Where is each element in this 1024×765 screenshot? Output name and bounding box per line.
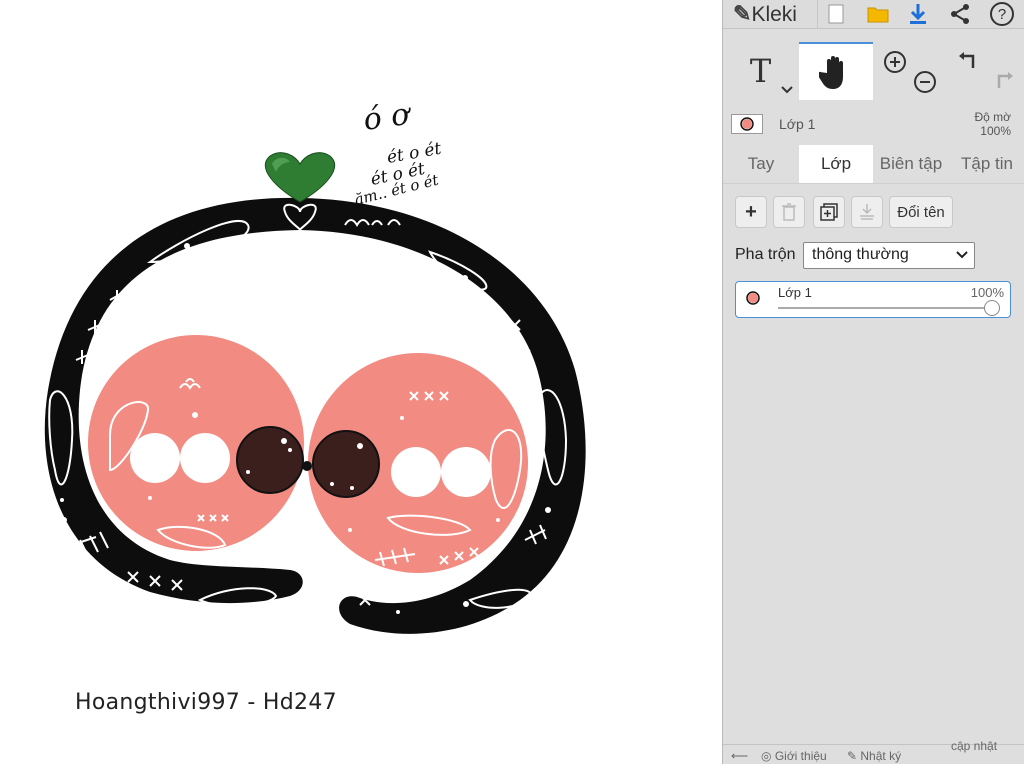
undo-redo-tool <box>949 42 1024 100</box>
merge-down-button[interactable] <box>851 196 883 228</box>
top-toolbar: ✎Kleki ? <box>723 0 1024 29</box>
layer-item-name: Lớp 1 <box>778 285 812 300</box>
open-folder-icon[interactable] <box>863 0 893 28</box>
add-layer-button[interactable]: + <box>735 196 767 228</box>
blend-mode-value: thông thường <box>812 246 909 263</box>
text-tool-glyph: T <box>749 52 772 90</box>
layer-opacity-slider-handle[interactable] <box>984 300 1000 316</box>
scribble-text-1: ó ơ <box>361 96 414 137</box>
left-eye-white-1 <box>130 433 180 483</box>
text-tool[interactable]: T <box>723 42 798 100</box>
back-arrow-icon[interactable]: ⟵ <box>731 749 748 763</box>
layer-thumbnail <box>731 114 763 134</box>
current-layer-info: Lớp 1 Độ mờ 100% <box>723 104 1024 144</box>
layer-list-item[interactable]: Lớp 1 100% <box>735 281 1011 318</box>
app-name: Kleki <box>751 3 797 26</box>
zoom-tool[interactable] <box>873 42 949 100</box>
about-link[interactable]: ◎ Giới thiệu <box>761 749 827 763</box>
drawing-canvas[interactable]: ó ơ ét o ét ét o ét ăm.. ét o ét Hoangth… <box>0 0 722 764</box>
tab-layers[interactable]: Lớp <box>799 145 873 183</box>
app-logo[interactable]: ✎Kleki <box>733 1 797 27</box>
blend-mode-label: Pha trộn <box>735 246 796 263</box>
layer-item-thumbnail <box>744 291 762 310</box>
bottom-bar: ⟵ ◎ Giới thiệu ✎ Nhật ký cập nhật <box>723 739 1024 765</box>
right-panel: ✎Kleki ? T Lớp 1 Độ mờ 100% Tay Lớp Biên… <box>722 0 1024 764</box>
new-file-icon[interactable] <box>823 0 849 28</box>
kleki-logo-icon: ✎ <box>733 1 752 26</box>
right-dark-eye <box>312 430 380 498</box>
center-dot <box>302 461 312 471</box>
share-icon[interactable] <box>945 0 975 28</box>
right-eye-white-1 <box>391 447 441 497</box>
canvas-artwork: ó ơ ét o ét ét o ét ăm.. ét o ét <box>44 96 586 634</box>
duplicate-layer-button[interactable] <box>813 196 845 228</box>
update-link[interactable]: cập nhật <box>951 739 997 753</box>
changelog-link[interactable]: ✎ Nhật ký <box>847 749 901 763</box>
svg-text:?: ? <box>998 6 1006 23</box>
chevron-down-icon <box>956 251 968 259</box>
left-eye-white-2 <box>180 433 230 483</box>
tab-file[interactable]: Tập tin <box>949 145 1024 183</box>
zoom-out-icon[interactable] <box>913 70 937 94</box>
merge-down-icon <box>860 204 874 220</box>
layer-item-opacity: 100% <box>970 285 1004 300</box>
delete-layer-button[interactable] <box>773 196 805 228</box>
blend-mode-row: Pha trộn thông thường <box>735 242 1015 270</box>
help-icon[interactable]: ? <box>987 0 1017 28</box>
rename-layer-button[interactable]: Đổi tên <box>889 196 953 228</box>
opacity-label: Độ mờ <box>974 110 1011 124</box>
left-dark-eye <box>236 426 304 494</box>
undo-icon[interactable] <box>957 50 981 72</box>
trash-icon <box>782 203 796 221</box>
current-layer-name: Lớp 1 <box>779 116 816 132</box>
tab-brush[interactable]: Tay <box>723 145 799 183</box>
opacity-value: 100% <box>980 124 1011 138</box>
blend-mode-select[interactable]: thông thường <box>803 242 975 269</box>
tool-row: T <box>723 42 1024 100</box>
duplicate-icon <box>820 203 838 221</box>
right-eye-white-2 <box>441 447 491 497</box>
zoom-in-icon[interactable] <box>883 50 907 74</box>
opacity-readout: Độ mờ 100% <box>974 110 1011 138</box>
panel-tabs: Tay Lớp Biên tập Tập tin <box>723 145 1024 184</box>
tab-edit[interactable]: Biên tập <box>873 145 949 183</box>
redo-icon[interactable] <box>991 70 1015 92</box>
hand-tool[interactable] <box>799 42 873 100</box>
hand-icon <box>819 56 843 89</box>
download-icon[interactable] <box>903 0 933 28</box>
layer-opacity-slider[interactable] <box>778 307 992 309</box>
chevron-down-icon[interactable] <box>781 86 793 94</box>
signature-text: Hoangthivi997 - Hd247 <box>75 690 337 715</box>
